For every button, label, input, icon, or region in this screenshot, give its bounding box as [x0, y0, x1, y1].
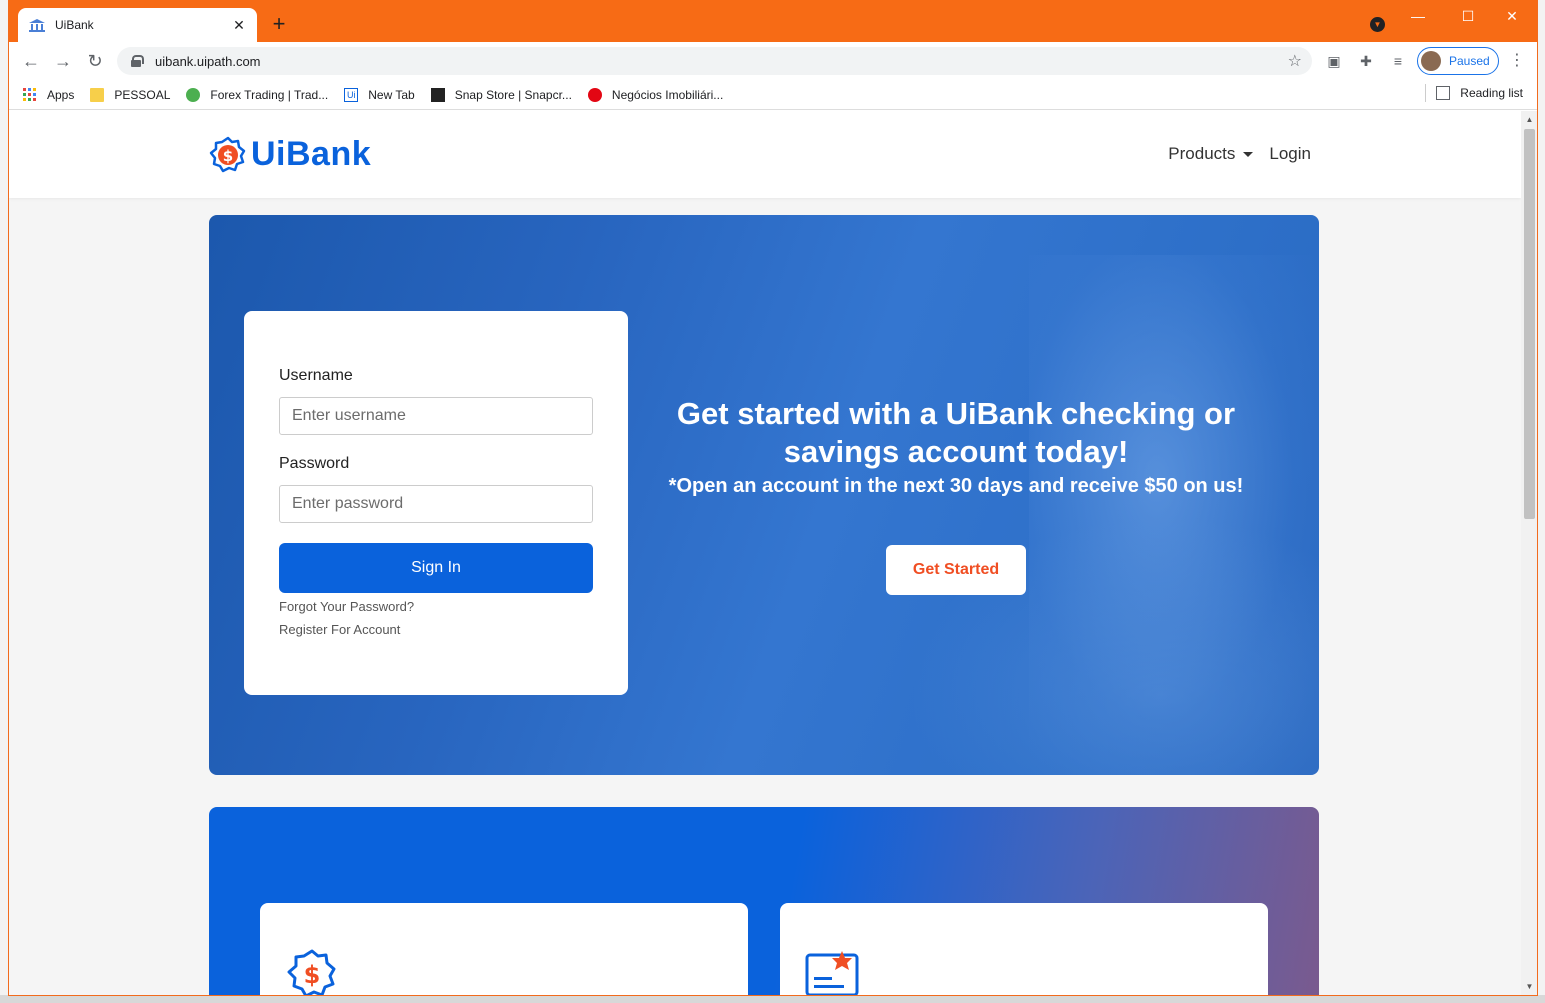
desktop-bottom-edge — [0, 995, 1545, 1003]
reading-list-label: Reading list — [1460, 86, 1523, 100]
bookmark-label: Apps — [47, 87, 75, 102]
address-bar[interactable]: uibank.uipath.com ☆ — [117, 47, 1312, 75]
svg-text:$: $ — [304, 961, 321, 989]
profile-button[interactable]: Paused — [1417, 47, 1499, 75]
brand-logo[interactable]: $ UiBank — [209, 135, 371, 174]
title-bar: UiBank ✕ + ▼ — ☐ ✕ — [9, 0, 1537, 42]
bookmark-label: PESSOAL — [114, 87, 171, 102]
nav-products-label: Products — [1168, 144, 1236, 163]
reading-list-button[interactable]: Reading list — [1425, 84, 1523, 102]
minimize-button[interactable]: — — [1404, 6, 1432, 26]
password-label: Password — [279, 455, 350, 472]
login-form: Username Password Sign In Forgot Your Pa… — [244, 311, 628, 695]
dollar-badge-icon: $ — [209, 136, 247, 174]
lock-icon[interactable] — [131, 55, 144, 67]
sign-in-button[interactable]: Sign In — [279, 543, 593, 593]
bookmark-pessoal[interactable]: PESSOAL — [90, 87, 171, 102]
scroll-up-arrow-icon[interactable]: ▲ — [1521, 113, 1537, 127]
bookmark-star-icon[interactable]: ☆ — [1288, 51, 1302, 71]
bookmark-apps[interactable]: Apps — [23, 87, 75, 102]
snap-store-icon — [430, 87, 445, 102]
bookmark-label: Forex Trading | Trad... — [210, 87, 329, 102]
media-control-icon[interactable]: ≡ — [1388, 51, 1408, 71]
hero-subline: *Open an account in the next 30 days and… — [668, 475, 1244, 497]
bookmark-snap-store[interactable]: Snap Store | Snapcr... — [430, 87, 572, 102]
reading-list-icon — [1436, 86, 1451, 100]
page-viewport: $ UiBank Products Login Username Passwor… — [9, 111, 1521, 995]
scrollbar-thumb[interactable] — [1524, 129, 1535, 519]
bookmark-forex[interactable]: Forex Trading | Trad... — [186, 87, 329, 102]
apps-grid-icon — [23, 87, 37, 102]
bookmark-label: New Tab — [368, 87, 415, 102]
selenium-extension-icon[interactable]: ▣ — [1324, 51, 1344, 71]
bookmark-new-tab[interactable]: Ui New Tab — [344, 87, 415, 102]
bookmarks-bar: Apps PESSOAL Forex Trading | Trad... Ui … — [9, 80, 1537, 110]
back-button[interactable]: ← — [19, 49, 43, 73]
tab-close-icon[interactable]: ✕ — [231, 17, 247, 34]
tab-title: UiBank — [55, 18, 94, 32]
desktop-left-edge — [0, 0, 8, 1003]
features-section: $ — [209, 807, 1319, 995]
avatar — [1421, 51, 1441, 71]
folder-icon — [90, 87, 105, 102]
new-tab-button[interactable]: + — [267, 12, 291, 36]
uipath-icon: Ui — [344, 87, 359, 102]
forward-button[interactable]: → — [51, 49, 75, 73]
hero-headline: Get started with a UiBank checking or sa… — [676, 396, 1236, 469]
santander-icon — [587, 87, 602, 102]
divider — [1425, 84, 1427, 102]
browser-toolbar: ← → ↻ uibank.uipath.com ☆ ▣ ✚ ≡ Paused ⋮ — [9, 42, 1537, 80]
bookmark-label: Negócios Imobiliári... — [611, 87, 724, 102]
username-input[interactable] — [279, 397, 593, 435]
feature-card — [780, 903, 1268, 995]
hero-copy: Get started with a UiBank checking or sa… — [629, 395, 1283, 498]
scroll-down-arrow-icon[interactable]: ▼ — [1521, 980, 1537, 994]
reload-button[interactable]: ↻ — [83, 49, 107, 73]
dollar-badge-icon: $ — [284, 947, 340, 995]
browser-tab[interactable]: UiBank ✕ — [18, 8, 257, 42]
bookmark-label: Snap Store | Snapcr... — [454, 87, 572, 102]
browser-window: UiBank ✕ + ▼ — ☐ ✕ ← → ↻ uibank.uipath.c… — [8, 0, 1538, 996]
username-label: Username — [279, 367, 353, 384]
page-scrollbar[interactable]: ▲ ▼ — [1521, 111, 1537, 995]
feature-card: $ — [260, 903, 748, 995]
maximize-button[interactable]: ☐ — [1454, 6, 1482, 26]
main-nav: Products Login — [1152, 144, 1311, 164]
bookmark-negocios[interactable]: Negócios Imobiliári... — [587, 87, 724, 102]
desktop-right-edge — [1537, 0, 1545, 1003]
tab-search-icon[interactable]: ▼ — [1370, 17, 1385, 32]
certificate-star-icon — [804, 947, 860, 995]
hero-banner: Username Password Sign In Forgot Your Pa… — [209, 215, 1319, 775]
caret-down-icon — [1243, 151, 1254, 157]
brand-name: UiBank — [251, 135, 372, 173]
forex-site-icon — [186, 87, 201, 102]
profile-status: Paused — [1449, 54, 1490, 68]
browser-menu-icon[interactable]: ⋮ — [1507, 51, 1527, 71]
forgot-password-link[interactable]: Forgot Your Password? — [279, 599, 593, 614]
extensions-puzzle-icon[interactable]: ✚ — [1356, 51, 1376, 71]
nav-products-dropdown[interactable]: Products — [1168, 144, 1254, 164]
site-header: $ UiBank Products Login — [9, 111, 1521, 198]
url-text[interactable]: uibank.uipath.com — [155, 54, 1288, 69]
nav-login-link[interactable]: Login — [1269, 144, 1311, 164]
register-link[interactable]: Register For Account — [279, 622, 593, 637]
password-input[interactable] — [279, 485, 593, 523]
bank-favicon-icon — [28, 18, 46, 32]
svg-text:$: $ — [223, 147, 233, 165]
close-window-button[interactable]: ✕ — [1498, 6, 1526, 26]
get-started-button[interactable]: Get Started — [886, 545, 1026, 595]
